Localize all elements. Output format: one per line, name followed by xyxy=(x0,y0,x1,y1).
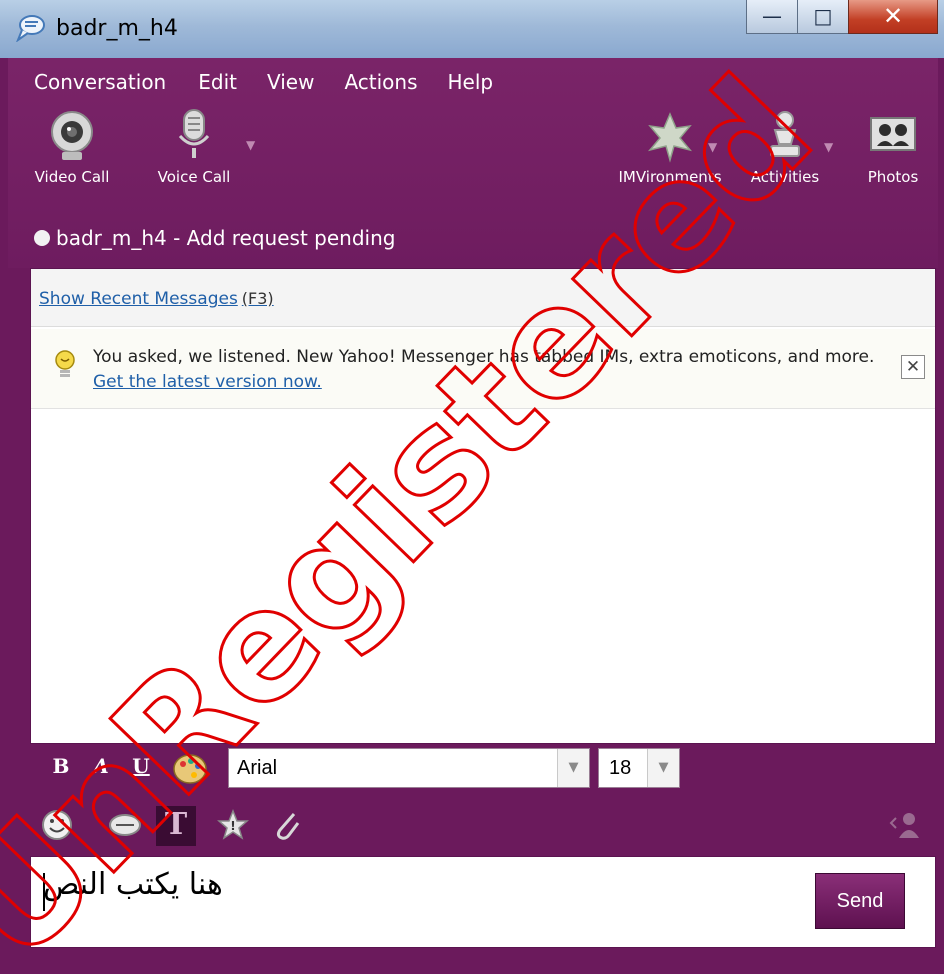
close-button[interactable]: ✕ xyxy=(848,0,938,34)
message-input[interactable]: هنا يكتب النص Send xyxy=(30,856,936,948)
close-icon: ✕ xyxy=(882,2,904,30)
tools-toolbar: T ! xyxy=(30,798,936,850)
update-notice: You asked, we listened. New Yahoo! Messe… xyxy=(31,329,935,409)
chevron-down-icon[interactable]: ▼ xyxy=(647,749,679,787)
menu-bar: Conversation Edit View Actions Help xyxy=(8,64,507,100)
formatting-toolbar: B A U Arial ▼ 18 ▼ xyxy=(30,746,936,794)
imvironments-label: IMVironments xyxy=(618,168,722,186)
activities-button[interactable]: Activities xyxy=(742,108,828,186)
update-notice-text: You asked, we listened. New Yahoo! Messe… xyxy=(93,347,875,392)
attachment-icon[interactable] xyxy=(270,808,304,842)
microphone-icon xyxy=(178,109,210,158)
text-caret xyxy=(43,873,45,911)
window-title: badr_m_h4 xyxy=(56,16,178,41)
video-call-label: Video Call xyxy=(34,168,110,186)
photos-button[interactable]: Photos xyxy=(858,108,928,186)
font-family-select[interactable]: Arial ▼ xyxy=(228,748,590,788)
audible-icon[interactable] xyxy=(108,808,142,842)
close-notice-button[interactable]: ✕ xyxy=(901,355,925,379)
close-icon: ✕ xyxy=(905,357,921,377)
window-chrome: Conversation Edit View Actions Help Vide… xyxy=(8,58,938,268)
show-recent-messages-link[interactable]: Show Recent Messages (F3) xyxy=(39,289,274,309)
menu-view[interactable]: View xyxy=(251,64,328,100)
buzz-icon[interactable]: ! xyxy=(216,808,250,842)
recent-messages-shortcut: (F3) xyxy=(241,289,274,308)
photos-label: Photos xyxy=(867,168,919,186)
imvironments-dropdown-icon[interactable]: ▼ xyxy=(708,140,717,154)
imvironments-icon xyxy=(647,112,693,163)
chevron-down-icon[interactable]: ▼ xyxy=(557,749,589,787)
menu-actions[interactable]: Actions xyxy=(328,64,431,100)
bold-button[interactable]: B xyxy=(46,754,76,784)
title-bar[interactable]: badr_m_h4 — □ ✕ xyxy=(0,0,944,58)
contact-panel-icon[interactable] xyxy=(888,808,922,842)
voice-call-button[interactable]: Voice Call xyxy=(154,108,234,186)
webcam-icon xyxy=(51,111,93,160)
lightbulb-icon xyxy=(55,350,75,377)
menu-conversation[interactable]: Conversation xyxy=(8,64,180,100)
color-palette-icon[interactable] xyxy=(170,752,210,786)
minimize-button[interactable]: — xyxy=(746,0,798,34)
status-dot-icon xyxy=(34,230,50,246)
contact-status-text: badr_m_h4 - Add request pending xyxy=(56,226,396,250)
send-button[interactable]: Send xyxy=(815,873,905,929)
activities-icon xyxy=(770,111,800,157)
message-history[interactable]: Show Recent Messages (F3) You asked, we l… xyxy=(30,268,936,744)
text-style-icon[interactable]: T xyxy=(156,806,196,846)
message-input-text[interactable]: هنا يكتب النص xyxy=(43,867,223,902)
video-call-button[interactable]: Video Call xyxy=(34,108,110,186)
font-family-value: Arial xyxy=(237,757,278,779)
voice-call-dropdown-icon[interactable]: ▼ xyxy=(246,138,255,152)
voice-call-label: Voice Call xyxy=(157,168,231,186)
emoticon-icon[interactable] xyxy=(40,808,74,842)
maximize-icon: □ xyxy=(813,4,833,28)
photos-icon xyxy=(870,117,916,151)
maximize-button[interactable]: □ xyxy=(797,0,849,34)
activities-dropdown-icon[interactable]: ▼ xyxy=(824,140,833,154)
menu-help[interactable]: Help xyxy=(432,64,508,100)
messenger-app-icon xyxy=(16,15,45,42)
svg-text:!: ! xyxy=(230,819,235,833)
activities-label: Activities xyxy=(750,168,820,186)
italic-button[interactable]: A xyxy=(86,754,116,784)
menu-edit[interactable]: Edit xyxy=(180,64,251,100)
font-size-select[interactable]: 18 ▼ xyxy=(598,748,680,788)
recent-messages-bar: Show Recent Messages (F3) xyxy=(31,269,935,327)
minimize-icon: — xyxy=(762,4,782,28)
underline-button[interactable]: U xyxy=(126,754,156,784)
font-size-value: 18 xyxy=(609,757,632,779)
get-latest-version-link[interactable]: Get the latest version now. xyxy=(93,372,322,392)
messenger-window: badr_m_h4 — □ ✕ Conversation Edit View A… xyxy=(0,0,944,974)
contact-status: badr_m_h4 - Add request pending xyxy=(34,226,395,250)
